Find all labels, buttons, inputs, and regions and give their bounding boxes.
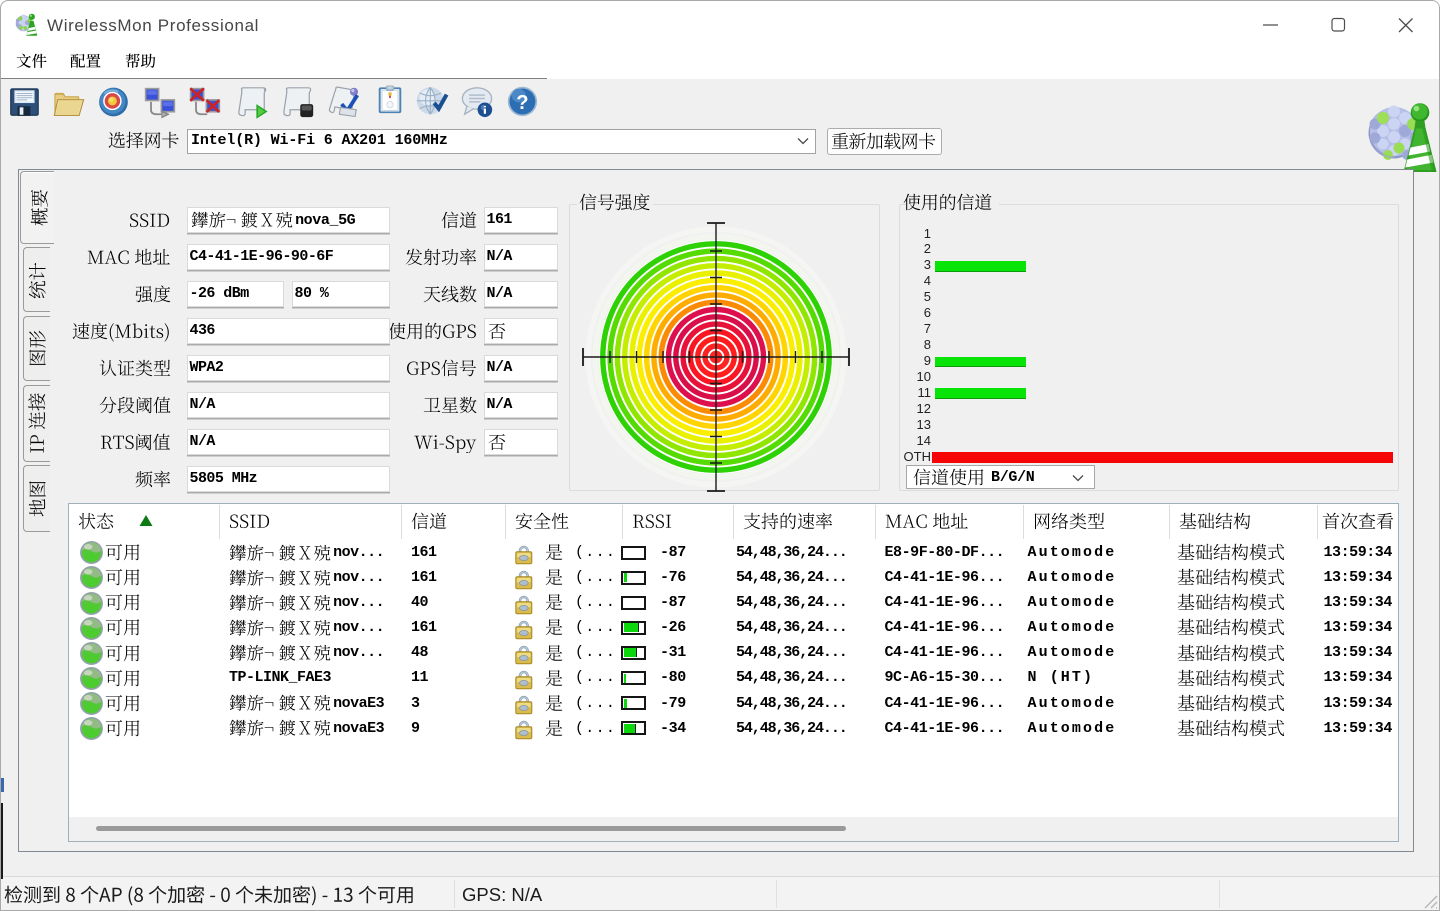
svg-text:?: ? bbox=[516, 92, 528, 114]
